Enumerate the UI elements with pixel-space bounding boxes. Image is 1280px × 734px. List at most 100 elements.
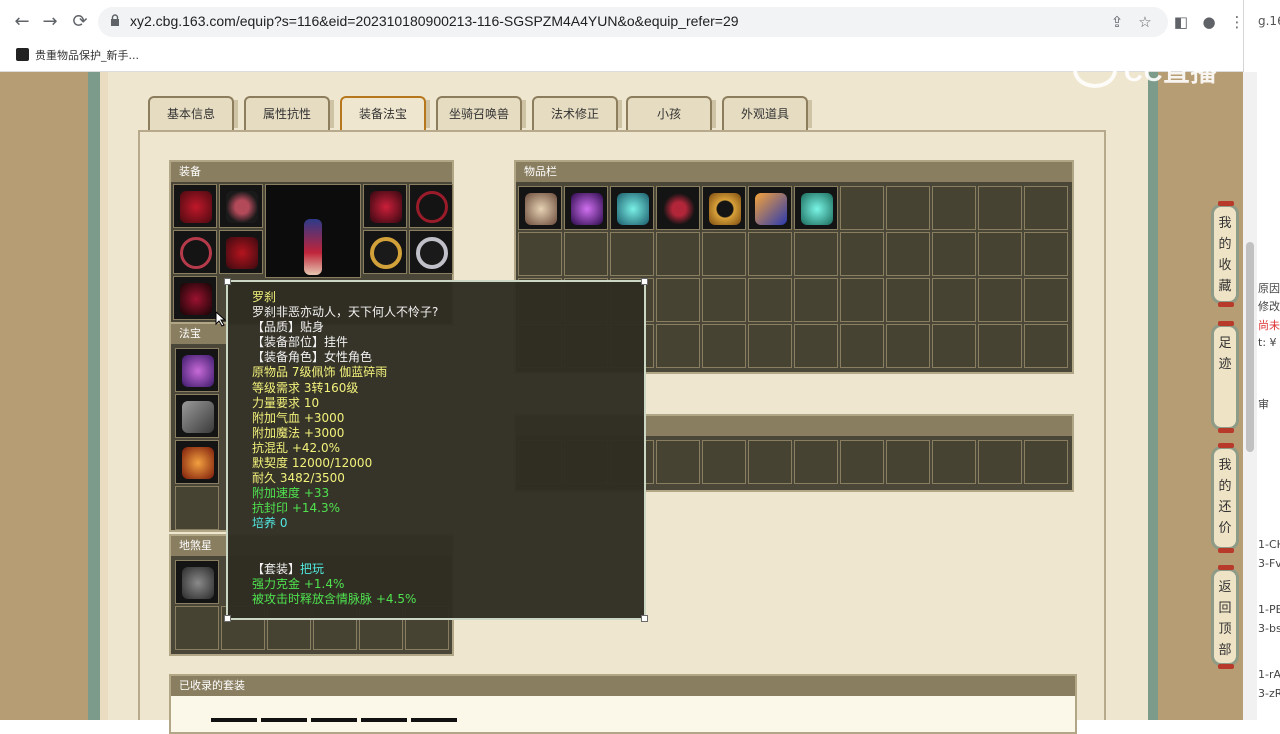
inventory-slot[interactable] — [656, 186, 700, 230]
inventory-slot[interactable] — [932, 324, 976, 368]
storage-slot[interactable] — [656, 440, 700, 484]
storage-slot[interactable] — [748, 440, 792, 484]
tooltip-attribute-line: 附加气血 +3000 — [252, 410, 345, 425]
tab-basic-info[interactable]: 基本信息 — [148, 96, 238, 130]
equip-slot[interactable] — [363, 184, 407, 228]
my-favorites-button[interactable]: 我的收藏 — [1211, 201, 1239, 307]
inventory-slot[interactable] — [564, 186, 608, 230]
tab-appearance[interactable]: 外观道具 — [722, 96, 812, 130]
equip-slot[interactable] — [219, 184, 263, 228]
fabao-slot[interactable] — [175, 394, 219, 438]
inventory-slot[interactable] — [610, 232, 654, 276]
equip-slot[interactable] — [173, 184, 217, 228]
storage-slot[interactable] — [886, 440, 930, 484]
inventory-slot[interactable] — [656, 278, 700, 322]
reload-icon[interactable]: ⟳ — [66, 8, 94, 36]
inventory-slot[interactable] — [518, 232, 562, 276]
sidepanel-icon[interactable]: ◧ — [1170, 11, 1192, 33]
inventory-title: 物品栏 — [516, 162, 1072, 182]
fabao-slot[interactable] — [175, 348, 219, 392]
inventory-slot[interactable] — [518, 186, 562, 230]
inventory-slot[interactable] — [886, 186, 930, 230]
inventory-slot[interactable] — [656, 232, 700, 276]
fabao-slot[interactable] — [175, 486, 219, 530]
adjacent-window-text: 3-zR — [1258, 687, 1280, 700]
inventory-slot[interactable] — [886, 232, 930, 276]
inventory-slot[interactable] — [840, 186, 884, 230]
inventory-slot[interactable] — [702, 324, 746, 368]
inventory-item-icon — [525, 193, 557, 225]
inventory-slot[interactable] — [840, 278, 884, 322]
inventory-slot[interactable] — [564, 232, 608, 276]
inventory-slot[interactable] — [748, 324, 792, 368]
scroll-thumb[interactable] — [1246, 242, 1254, 452]
inventory-slot[interactable] — [978, 232, 1022, 276]
tooltip-attribute-line: 耐久 3482/3500 — [252, 471, 345, 486]
storage-slot[interactable] — [1024, 440, 1068, 484]
inventory-slot[interactable] — [794, 186, 838, 230]
inventory-slot[interactable] — [978, 186, 1022, 230]
disha-slot[interactable] — [175, 560, 219, 604]
inventory-slot[interactable] — [702, 232, 746, 276]
forward-icon[interactable]: → — [36, 8, 64, 36]
storage-slot[interactable] — [794, 440, 838, 484]
storage-slot[interactable] — [702, 440, 746, 484]
inventory-slot[interactable] — [932, 232, 976, 276]
inventory-slot[interactable] — [886, 324, 930, 368]
stream-watermark: CC直播 — [1124, 57, 1218, 87]
footprint-button[interactable]: 足迹 — [1211, 321, 1239, 433]
inventory-slot[interactable] — [702, 186, 746, 230]
inventory-slot[interactable] — [886, 278, 930, 322]
back-icon[interactable]: ← — [8, 8, 36, 36]
inventory-slot[interactable] — [1024, 232, 1068, 276]
adjacent-window-text: 1-PE — [1258, 603, 1280, 616]
inventory-slot[interactable] — [840, 324, 884, 368]
star-icon[interactable]: ☆ — [1134, 11, 1156, 33]
inventory-slot[interactable] — [794, 324, 838, 368]
inventory-slot[interactable] — [794, 232, 838, 276]
share-icon[interactable]: ⇪ — [1106, 11, 1128, 33]
inventory-slot[interactable] — [748, 232, 792, 276]
inventory-slot[interactable] — [748, 278, 792, 322]
tooltip-attribute-line: 力量要求 10 — [252, 395, 320, 410]
inventory-slot[interactable] — [748, 186, 792, 230]
tab-mounts[interactable]: 坐骑召唤兽 — [436, 96, 526, 130]
inventory-slot[interactable] — [1024, 324, 1068, 368]
bookmark-item[interactable]: 贵重物品保护_新手... — [16, 47, 139, 63]
equip-slot[interactable] — [219, 230, 263, 274]
tab-equipment[interactable]: 装备法宝 — [340, 96, 430, 130]
tooltip-set-label: 【套装】 — [252, 561, 301, 576]
inventory-slot[interactable] — [932, 186, 976, 230]
storage-slot[interactable] — [932, 440, 976, 484]
inventory-slot[interactable] — [1024, 278, 1068, 322]
character-figure — [304, 219, 322, 275]
back-to-top-button[interactable]: 返回顶部 — [1211, 565, 1239, 669]
inventory-slot[interactable] — [794, 278, 838, 322]
profile-icon[interactable]: ● — [1198, 11, 1220, 33]
storage-slot[interactable] — [978, 440, 1022, 484]
cc-logo-icon — [1073, 52, 1117, 88]
disha-slot[interactable] — [175, 606, 219, 650]
inventory-slot[interactable] — [978, 278, 1022, 322]
tab-attributes[interactable]: 属性抗性 — [244, 96, 334, 130]
tab-spells[interactable]: 法术修正 — [532, 96, 622, 130]
tab-child[interactable]: 小孩 — [626, 96, 716, 130]
inventory-slot[interactable] — [702, 278, 746, 322]
inventory-slot[interactable] — [1024, 186, 1068, 230]
equip-slot[interactable] — [409, 230, 453, 274]
storage-slot[interactable] — [840, 440, 884, 484]
address-bar[interactable]: xy2.cbg.163.com/equip?s=116&eid=20231018… — [98, 7, 1168, 37]
inventory-slot[interactable] — [610, 186, 654, 230]
inventory-slot[interactable] — [840, 232, 884, 276]
equip-slot[interactable] — [173, 276, 217, 320]
equip-slot[interactable] — [173, 230, 217, 274]
my-bargain-button[interactable]: 我的还价 — [1211, 443, 1239, 553]
adjacent-window-text: t: ¥ — [1258, 336, 1277, 349]
page-scrollbar[interactable] — [1243, 72, 1257, 720]
inventory-slot[interactable] — [978, 324, 1022, 368]
equip-slot[interactable] — [409, 184, 453, 228]
fabao-slot[interactable] — [175, 440, 219, 484]
inventory-slot[interactable] — [656, 324, 700, 368]
inventory-slot[interactable] — [932, 278, 976, 322]
equip-slot[interactable] — [363, 230, 407, 274]
